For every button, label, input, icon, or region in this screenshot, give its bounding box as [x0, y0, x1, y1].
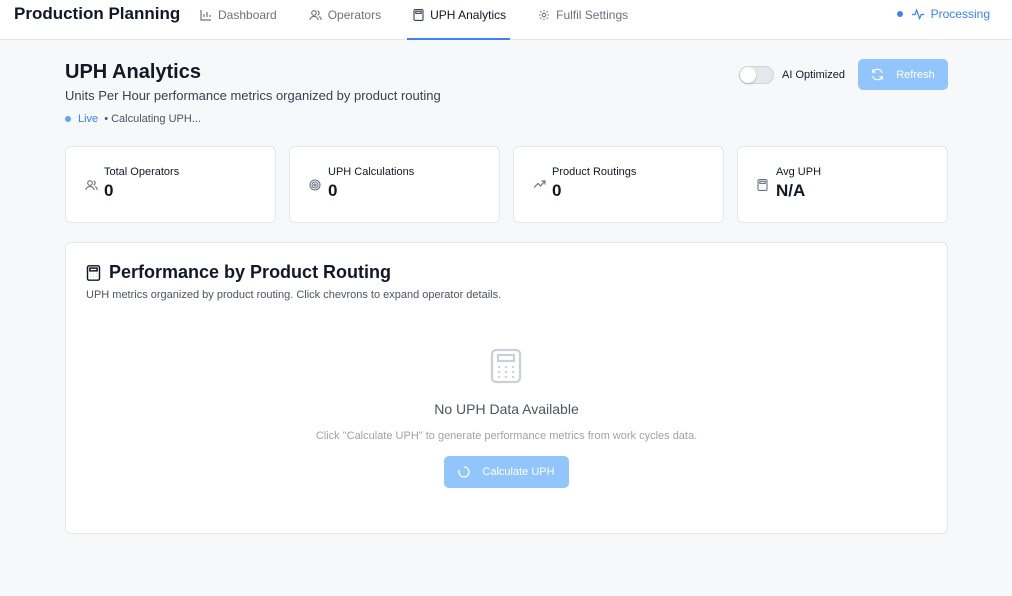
page-subtitle: Units Per Hour performance metrics organ…: [65, 88, 441, 103]
nav-uph-analytics-label: UPH Analytics: [430, 8, 507, 22]
stat-label: UPH Calculations: [328, 166, 415, 178]
calculator-icon: [413, 9, 424, 21]
nav-fulfil-settings-label: Fulfil Settings: [556, 8, 629, 22]
calculator-icon: [490, 348, 522, 384]
stat-card-uph-calculations: UPH Calculations 0: [289, 146, 500, 223]
stat-label: Total Operators: [104, 166, 180, 178]
calculate-uph-button[interactable]: Calculate UPH: [444, 456, 569, 488]
nav-dashboard-label: Dashboard: [218, 8, 277, 22]
live-indicator: Live • Calculating UPH...: [65, 113, 201, 125]
loading-spinner-icon: [458, 466, 471, 478]
panel-description: UPH metrics organized by product routing…: [86, 289, 502, 301]
stat-card-total-operators: Total Operators 0: [65, 146, 276, 223]
nav-operators[interactable]: Operators: [307, 0, 383, 35]
top-navbar: Production Planning Dashboard Operators …: [0, 0, 1012, 40]
trending-up-icon: [533, 180, 546, 188]
main-nav: Dashboard Operators UPH Analytics Fulfil…: [198, 0, 658, 40]
activity-icon: [911, 8, 924, 20]
nav-fulfil-settings[interactable]: Fulfil Settings: [536, 0, 630, 35]
panel-title: Performance by Product Routing: [86, 262, 391, 283]
app-title: Production Planning: [14, 4, 181, 23]
stat-card-avg-uph: Avg UPH N/A: [737, 146, 948, 223]
status-label: Processing: [930, 7, 990, 21]
stat-card-product-routings: Product Routings 0: [513, 146, 724, 223]
empty-state-description: Click "Calculate UPH" to generate perfor…: [315, 430, 698, 442]
users-icon: [85, 180, 98, 191]
calculate-uph-label: Calculate UPH: [482, 466, 555, 478]
calculator-icon: [86, 264, 101, 281]
calculation-status: • Calculating UPH...: [104, 113, 201, 125]
stat-value: N/A: [776, 181, 806, 200]
stat-value: 0: [328, 181, 338, 200]
gear-icon: [538, 9, 550, 21]
panel-title-text: Performance by Product Routing: [109, 262, 392, 282]
live-label: Live: [78, 113, 99, 125]
routing-performance-panel: Performance by Product Routing UPH metri…: [65, 242, 948, 534]
stat-label: Product Routings: [552, 166, 637, 178]
toggle-knob: [740, 67, 756, 83]
nav-operators-label: Operators: [327, 8, 382, 22]
ai-optimized-toggle[interactable]: [739, 66, 774, 84]
nav-dashboard[interactable]: Dashboard: [198, 0, 279, 35]
live-dot: [65, 116, 71, 122]
stat-label: Avg UPH: [776, 166, 822, 178]
refresh-icon: [872, 68, 884, 81]
empty-state-title: No UPH Data Available: [434, 401, 579, 417]
processing-status: Processing: [896, 7, 990, 21]
ai-optimized-label: AI Optimized: [782, 69, 845, 81]
refresh-button[interactable]: Refresh: [858, 59, 948, 90]
refresh-label: Refresh: [896, 68, 935, 81]
target-icon: [309, 179, 321, 191]
bar-chart-icon: [200, 10, 211, 21]
page-title: UPH Analytics: [65, 61, 201, 83]
status-dot: [896, 11, 903, 17]
users-icon: [309, 10, 322, 21]
stat-value: 0: [552, 181, 562, 200]
ai-optimized-control: AI Optimized: [739, 66, 845, 84]
calculator-icon: [757, 179, 768, 191]
stat-value: 0: [104, 181, 114, 200]
nav-uph-analytics[interactable]: UPH Analytics: [407, 0, 511, 40]
